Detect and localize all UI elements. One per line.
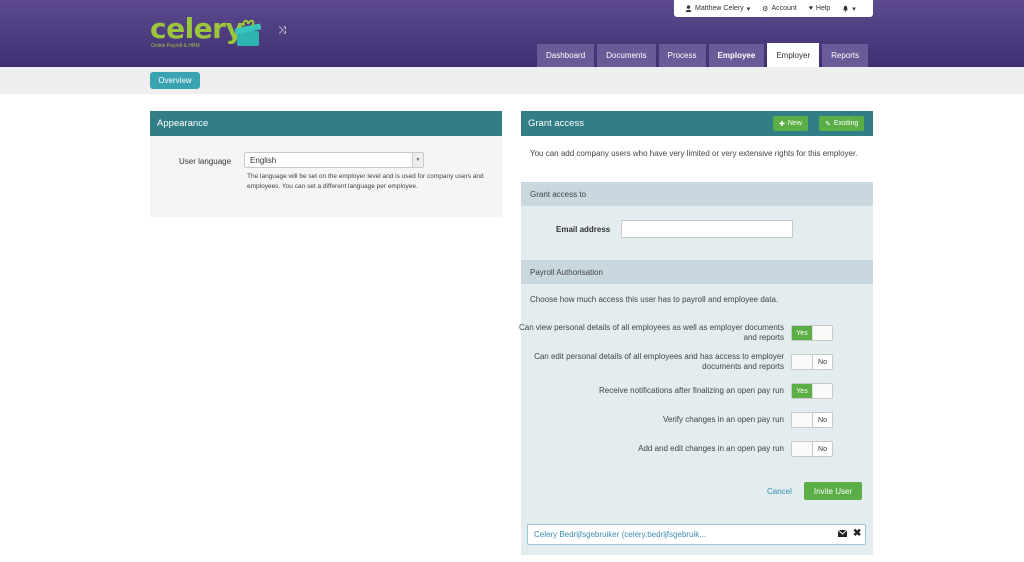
grant-access-to-header: Grant access to (521, 182, 873, 206)
toggle-knob (812, 384, 832, 398)
toggle-yes: Yes (792, 384, 812, 398)
heart-icon: ♥ (808, 5, 813, 12)
tab-employee[interactable]: Employee (708, 44, 765, 67)
toggle-no: No (812, 413, 832, 427)
overview-button[interactable]: Overview (150, 72, 200, 89)
tab-employer[interactable]: Employer (767, 43, 820, 67)
account-label: Account (771, 5, 797, 12)
user-icon (685, 5, 692, 12)
caret-down-icon: ▾ (746, 5, 751, 13)
tab-dashboard[interactable]: Dashboard (537, 44, 595, 67)
caret-down-icon: ▾ (852, 5, 856, 13)
sub-nav-bar: Overview (0, 67, 1024, 94)
logo-tagline: Online Payroll & HRM (151, 43, 200, 49)
logo-wordmark: celery (150, 12, 244, 45)
tab-reports[interactable]: Reports (822, 44, 869, 67)
user-language-label: User language (179, 157, 232, 166)
envelope-icon[interactable] (838, 530, 847, 537)
user-language-select[interactable]: English ▼ (244, 152, 424, 168)
grant-access-header: Grant access ✚ New ✎ Existing (521, 111, 873, 136)
appearance-title: Appearance (150, 111, 502, 136)
bell-icon (843, 5, 849, 12)
existing-user-row[interactable]: Celery Bedrijfsgebruiker (celery.bedrijf… (527, 524, 866, 545)
dropdown-arrow-icon: ▼ (412, 153, 423, 167)
main-nav: Dashboard Documents Process Employee Emp… (537, 43, 869, 67)
appearance-panel: Appearance User language English ▼ The l… (150, 111, 502, 217)
notifications-menu[interactable]: ▾ (837, 5, 861, 13)
permission-toggle-verify[interactable]: No (791, 412, 833, 428)
toggle-knob (792, 355, 812, 369)
user-menu[interactable]: Matthew Celery ▾ (680, 5, 755, 13)
toggle-yes: Yes (792, 326, 812, 340)
gift-box-icon (234, 19, 262, 46)
grant-access-title: Grant access (528, 118, 584, 129)
cancel-link[interactable]: Cancel (767, 487, 792, 496)
permission-label: Verify changes in an open pay run (663, 415, 784, 424)
permission-label: Receive notifications after finalizing a… (599, 386, 784, 395)
existing-user-button[interactable]: ✎ Existing (819, 116, 865, 131)
account-link[interactable]: ⚙ Account (757, 5, 802, 13)
permission-toggle-add-edit[interactable]: No (791, 441, 833, 457)
new-user-button[interactable]: ✚ New (773, 116, 808, 131)
existing-label: Existing (833, 120, 859, 127)
toggle-knob (792, 442, 812, 456)
permission-toggle-view-details[interactable]: Yes (791, 325, 833, 341)
new-label: New (787, 120, 802, 127)
user-bar: Matthew Celery ▾ ⚙ Account ♥ Help ▾ (674, 0, 873, 17)
payroll-authorisation-header: Payroll Authorisation (521, 260, 873, 284)
permission-toggle-edit-details[interactable]: No (791, 354, 833, 370)
close-icon[interactable]: ✖ (853, 528, 861, 539)
existing-user-name[interactable]: Celery Bedrijfsgebruiker (celery.bedrijf… (534, 530, 706, 539)
help-label: Help (815, 5, 831, 12)
invite-user-button[interactable]: Invite User (804, 482, 862, 500)
permission-toggle-notifications[interactable]: Yes (791, 383, 833, 399)
top-header: celery Online Payroll & HRM ⤨ Matthew Ce… (0, 0, 1024, 67)
user-language-value: English (250, 155, 277, 165)
help-link[interactable]: ♥ Help (804, 5, 836, 12)
user-name: Matthew Celery (695, 5, 744, 12)
toggle-knob (792, 413, 812, 427)
gear-icon: ⚙ (762, 5, 769, 13)
email-label: Email address (556, 225, 611, 234)
tab-documents[interactable]: Documents (597, 44, 656, 67)
email-field[interactable] (621, 220, 793, 238)
toggle-knob (812, 326, 832, 340)
tab-process[interactable]: Process (658, 44, 706, 67)
language-help-text: The language will be set on the employer… (247, 173, 484, 190)
permission-label: Add and edit changes in an open pay run (638, 444, 784, 453)
pencil-icon: ✎ (825, 120, 831, 128)
payroll-description: Choose how much access this user has to … (530, 295, 779, 304)
grant-intro-text: You can add company users who have very … (521, 136, 873, 182)
toggle-no: No (812, 442, 832, 456)
plus-icon: ✚ (779, 120, 785, 128)
permission-label: Can edit personal details of all employe… (534, 352, 784, 371)
grant-access-panel: Grant access ✚ New ✎ Existing You can ad… (519, 111, 873, 555)
shuffle-icon[interactable]: ⤨ (278, 25, 286, 36)
toggle-no: No (812, 355, 832, 369)
permission-label: Can view personal details of all employe… (518, 323, 784, 342)
